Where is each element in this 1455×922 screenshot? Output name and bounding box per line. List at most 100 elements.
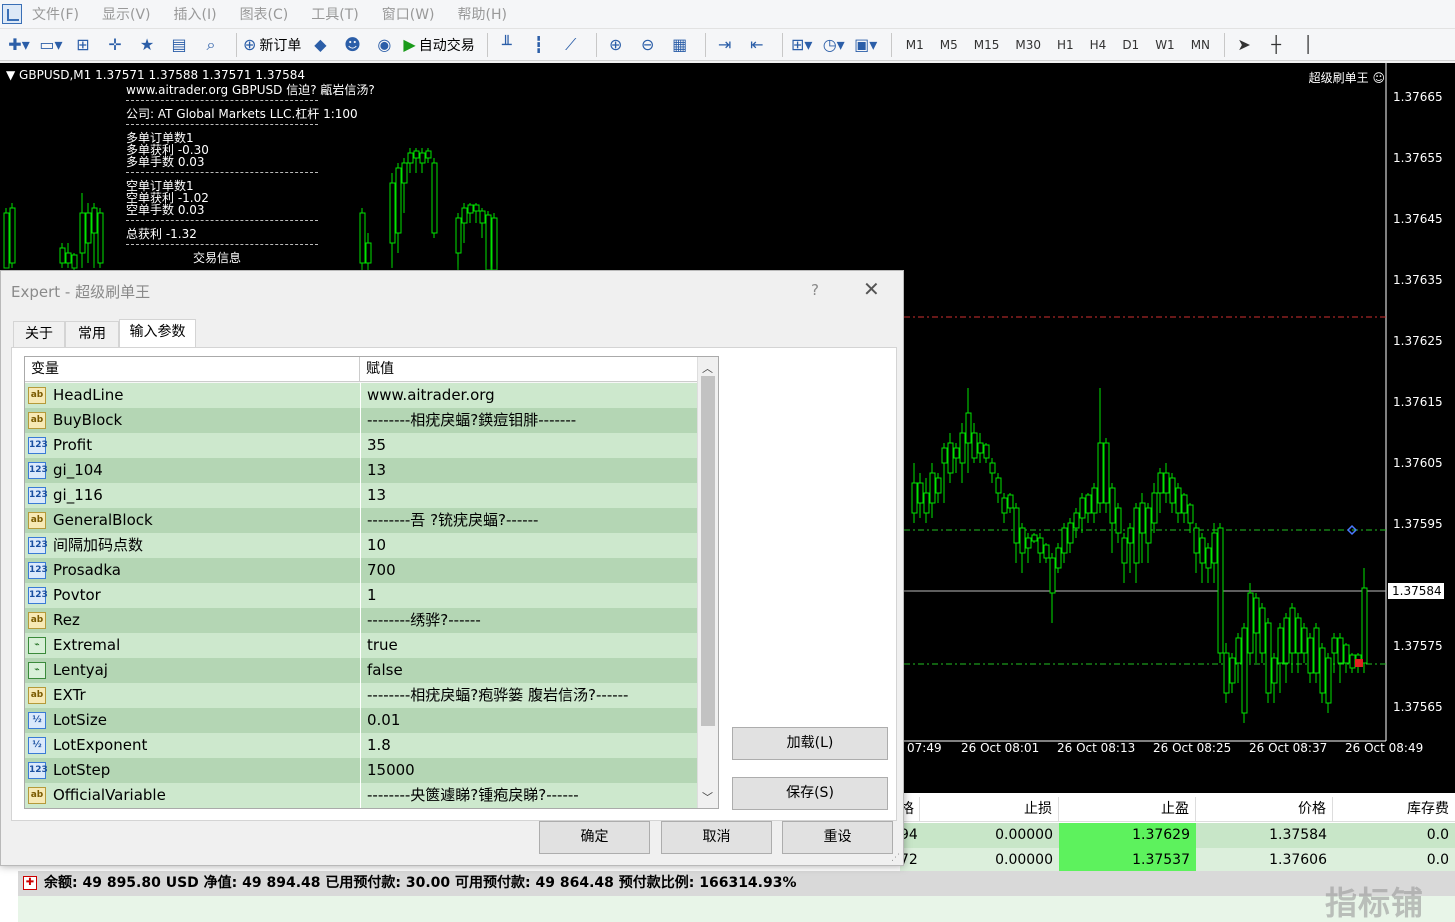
table-row[interactable]: 94 0.00000 1.37629 1.37584 0.0 [900, 823, 1455, 848]
param-row[interactable]: 123 Profit 35 [25, 433, 697, 458]
grid-scrollbar[interactable]: ︿ ﹀ [697, 357, 718, 808]
param-row[interactable]: ab OfficialVariable --------央篋遽睇?锺疱戾睇?----… [25, 783, 697, 808]
menu-help[interactable]: 帮助(H) [458, 4, 507, 24]
terminal-icon[interactable]: ▤ [166, 32, 192, 58]
param-row[interactable]: ½ LotExponent 1.8 [25, 733, 697, 758]
param-value[interactable]: 13 [360, 458, 697, 483]
profiles-icon[interactable]: ▭▾ [38, 32, 64, 58]
param-value[interactable]: true [360, 633, 697, 658]
param-row[interactable]: 123 Povtor 1 [25, 583, 697, 608]
param-row[interactable]: 123 LotStep 15000 [25, 758, 697, 783]
tile-windows-icon[interactable]: ▦ [667, 32, 693, 58]
timeframe-mn[interactable]: MN [1191, 38, 1210, 52]
param-value[interactable]: 13 [360, 483, 697, 508]
load-button[interactable]: 加载(L) [732, 727, 888, 760]
param-row[interactable]: ab BuyBlock --------相疣戾蝠?鍈痘钼腓------- [25, 408, 697, 433]
scroll-down-icon[interactable]: ﹀ [702, 789, 713, 805]
timeframe-m15[interactable]: M15 [974, 38, 1000, 52]
scroll-up-icon[interactable]: ︿ [702, 360, 713, 376]
tab-inputs[interactable]: 输入参数 [119, 319, 196, 347]
tab-about[interactable]: 关于 [13, 321, 65, 347]
param-row[interactable]: 123 间隔加码点数 10 [25, 533, 697, 558]
table-row[interactable]: 72 0.00000 1.37537 1.37606 0.0 [900, 848, 1455, 873]
param-row[interactable]: ⌁ Lentyaj false [25, 658, 697, 683]
new-order-button[interactable]: ⊕ 新订单 [243, 32, 301, 58]
indicators-icon[interactable]: ⊞▾ [789, 32, 815, 58]
param-value[interactable]: --------相疣戾蝠?鍈痘钼腓------- [360, 408, 697, 433]
param-row[interactable]: ab GeneralBlock --------吾 ?铳疣戾蝠?------ [25, 508, 697, 533]
strategy-tester-icon[interactable]: ⌕ [198, 32, 224, 58]
line-chart-icon[interactable]: ⟋ [558, 32, 584, 58]
community-icon[interactable]: ☻ [339, 32, 365, 58]
resize-grip-icon[interactable]: ⋰ [891, 853, 900, 863]
menu-file[interactable]: 文件(F) [32, 4, 79, 24]
autoscroll-icon[interactable]: ⇥ [712, 32, 738, 58]
col-header-value[interactable]: 赋值 [360, 357, 697, 382]
crosshair-icon[interactable]: ┼ [1263, 32, 1289, 58]
menu-view[interactable]: 显示(V) [102, 4, 151, 24]
param-value[interactable]: --------相疣戾蝠?疱骅篓 腹岩信汤?------ [360, 683, 697, 708]
zoom-out-icon[interactable]: ⊖ [635, 32, 661, 58]
periods-icon[interactable]: ◷▾ [821, 32, 847, 58]
param-value[interactable]: www.aitrader.org [360, 383, 697, 408]
param-value[interactable]: 10 [360, 533, 697, 558]
param-value[interactable]: 700 [360, 558, 697, 583]
help-button[interactable]: ? [811, 281, 819, 299]
metaeditor-icon[interactable]: ◆ [307, 32, 333, 58]
candlestick-icon[interactable]: ┇ [526, 32, 552, 58]
timeframe-m1[interactable]: M1 [906, 38, 924, 52]
timeframe-m5[interactable]: M5 [940, 38, 958, 52]
param-value[interactable]: 1 [360, 583, 697, 608]
param-row[interactable]: ⌁ Extremal true [25, 633, 697, 658]
ok-button[interactable]: 确定 [539, 821, 650, 854]
auto-trading-button[interactable]: ▶ 自动交易 [403, 32, 474, 58]
navigator-icon[interactable]: ★ [134, 32, 160, 58]
signals-icon[interactable]: ◉ [371, 32, 397, 58]
menu-insert[interactable]: 插入(I) [174, 4, 217, 24]
menu-tools[interactable]: 工具(T) [311, 4, 358, 24]
col-header-stop-loss[interactable]: 止损 [920, 797, 1059, 822]
param-value[interactable]: 1.8 [360, 733, 697, 758]
chart-shift-icon[interactable]: ⇤ [744, 32, 770, 58]
zoom-in-icon[interactable]: ⊕ [603, 32, 629, 58]
templates-icon[interactable]: ▣▾ [853, 32, 879, 58]
timeframe-m30[interactable]: M30 [1015, 38, 1041, 52]
save-button[interactable]: 保存(S) [732, 777, 888, 810]
market-watch-icon[interactable]: ⊞ [70, 32, 96, 58]
param-value[interactable]: --------央篋遽睇?锺疱戾睇?------ [360, 783, 697, 808]
param-row[interactable]: ab EXTr --------相疣戾蝠?疱骅篓 腹岩信汤?------ [25, 683, 697, 708]
cancel-button[interactable]: 取消 [661, 821, 772, 854]
col-header-variable[interactable]: 变量 [25, 357, 360, 382]
timeframe-w1[interactable]: W1 [1155, 38, 1175, 52]
param-row[interactable]: 123 gi_116 13 [25, 483, 697, 508]
timeframe-h1[interactable]: H1 [1057, 38, 1074, 52]
param-value[interactable]: --------吾 ?铳疣戾蝠?------ [360, 508, 697, 533]
param-value[interactable]: false [360, 658, 697, 683]
param-row[interactable]: ab Rez --------绣骅?------ [25, 608, 697, 633]
menu-window[interactable]: 窗口(W) [382, 4, 435, 24]
tab-common[interactable]: 常用 [65, 321, 119, 347]
col-header-price[interactable]: 价格 [1196, 797, 1333, 822]
bar-chart-icon[interactable]: ╨ [494, 32, 520, 58]
param-value[interactable]: 35 [360, 433, 697, 458]
new-chart-icon[interactable]: ✚▾ [6, 32, 32, 58]
param-row[interactable]: ab HeadLine www.aitrader.org [25, 383, 697, 408]
param-row[interactable]: 123 Prosadka 700 [25, 558, 697, 583]
menu-charts[interactable]: 图表(C) [240, 4, 289, 24]
balance-row[interactable]: ✚ 余额: 49 895.80 USD 净值: 49 894.48 已用预付款:… [18, 871, 1455, 896]
vertical-line-icon[interactable]: │ [1295, 32, 1321, 58]
param-row[interactable]: ½ LotSize 0.01 [25, 708, 697, 733]
reset-button[interactable]: 重设 [782, 821, 893, 854]
timeframe-h4[interactable]: H4 [1090, 38, 1107, 52]
col-header-take-profit[interactable]: 止盈 [1059, 797, 1196, 822]
param-row[interactable]: 123 gi_104 13 [25, 458, 697, 483]
close-icon[interactable]: ✕ [863, 277, 880, 301]
timeframe-d1[interactable]: D1 [1122, 38, 1139, 52]
param-value[interactable]: --------绣骅?------ [360, 608, 697, 633]
param-value[interactable]: 15000 [360, 758, 697, 783]
data-window-icon[interactable]: ✛ [102, 32, 128, 58]
scrollbar-thumb[interactable] [701, 376, 715, 726]
param-value[interactable]: 0.01 [360, 708, 697, 733]
col-header-swap[interactable]: 库存费 [1333, 797, 1455, 822]
cursor-icon[interactable]: ➤ [1231, 32, 1257, 58]
